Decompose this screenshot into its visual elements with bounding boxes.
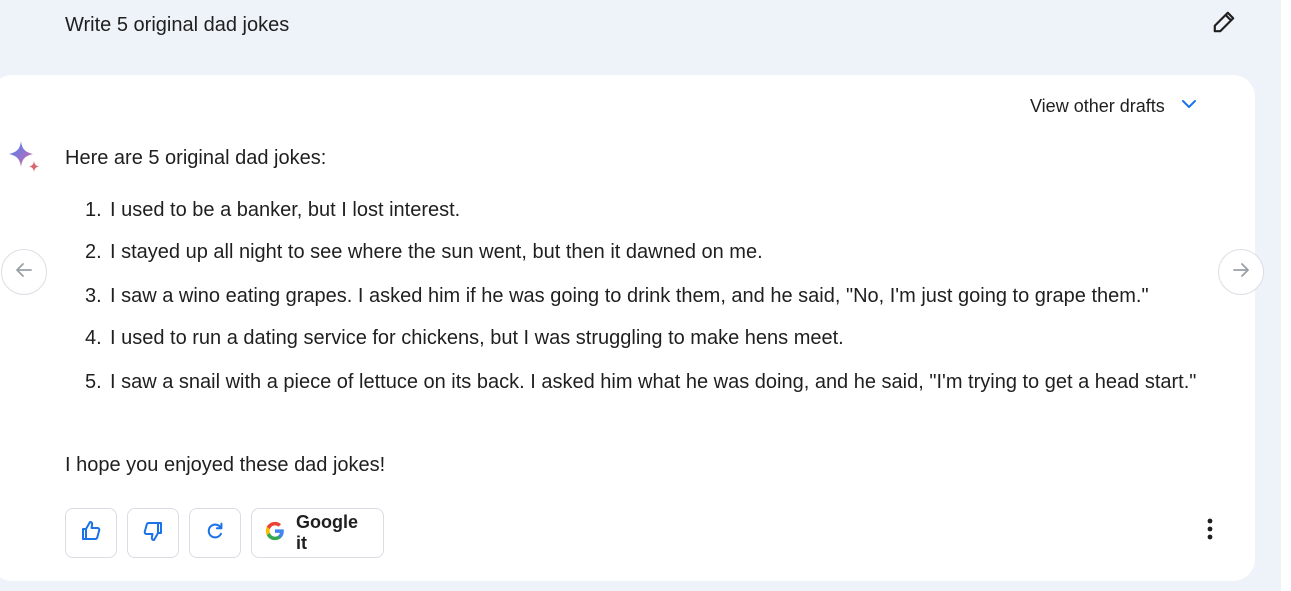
- response-actions: Google it: [65, 508, 384, 558]
- pencil-icon: [1211, 9, 1237, 40]
- list-item-number: 1.: [85, 199, 102, 221]
- response-intro: Here are 5 original dad jokes:: [65, 147, 327, 169]
- refresh-icon: [204, 520, 226, 547]
- user-query-row: Write 5 original dad jokes: [0, 0, 1280, 75]
- sparkle-icon: [5, 140, 43, 174]
- thumbs-up-button[interactable]: [65, 508, 117, 558]
- list-item-number: 5.: [85, 371, 102, 393]
- regenerate-button[interactable]: [189, 508, 241, 558]
- google-it-label: Google it: [296, 512, 358, 553]
- list-item-number: 3.: [85, 285, 102, 307]
- list-item-number: 4.: [85, 327, 102, 349]
- more-vertical-icon: [1206, 517, 1214, 546]
- view-other-drafts-label: View other drafts: [1030, 95, 1165, 116]
- list-item-number: 2.: [85, 241, 102, 263]
- google-it-button[interactable]: Google it: [251, 508, 384, 558]
- thumbs-down-button[interactable]: [127, 508, 179, 558]
- thumbs-up-icon: [79, 519, 103, 548]
- next-response-button[interactable]: [1218, 249, 1264, 295]
- list-item: 5. I saw a snail with a piece of lettuce…: [85, 367, 1225, 397]
- arrow-right-icon: [1229, 258, 1253, 287]
- edit-query-button[interactable]: [1208, 8, 1240, 40]
- list-item: 4. I used to run a dating service for ch…: [85, 323, 1225, 353]
- chevron-down-icon: [1179, 94, 1199, 119]
- list-item: 3. I saw a wino eating grapes. I asked h…: [85, 281, 1225, 311]
- scrollbar-track[interactable]: [1281, 0, 1291, 591]
- list-item-text: I stayed up all night to see where the s…: [110, 241, 763, 263]
- more-options-button[interactable]: [1196, 514, 1224, 548]
- jokes-list: 1. I used to be a banker, but I lost int…: [85, 195, 1225, 397]
- list-item-text: I used to run a dating service for chick…: [110, 327, 844, 349]
- list-item: 1. I used to be a banker, but I lost int…: [85, 195, 1225, 225]
- user-query-text: Write 5 original dad jokes: [65, 14, 290, 36]
- list-item-text: I used to be a banker, but I lost intere…: [110, 199, 461, 221]
- google-g-icon: [264, 520, 286, 547]
- chat-page: Write 5 original dad jokes View other dr…: [0, 0, 1291, 591]
- response-outro: I hope you enjoyed these dad jokes!: [65, 454, 386, 476]
- list-item: 2. I stayed up all night to see where th…: [85, 237, 1225, 267]
- list-item-text: I saw a snail with a piece of lettuce on…: [110, 371, 1197, 393]
- previous-response-button[interactable]: [1, 249, 47, 295]
- thumbs-down-icon: [141, 519, 165, 548]
- list-item-text: I saw a wino eating grapes. I asked him …: [110, 285, 1149, 307]
- view-other-drafts-button[interactable]: View other drafts: [1030, 92, 1199, 120]
- arrow-left-icon: [12, 258, 36, 287]
